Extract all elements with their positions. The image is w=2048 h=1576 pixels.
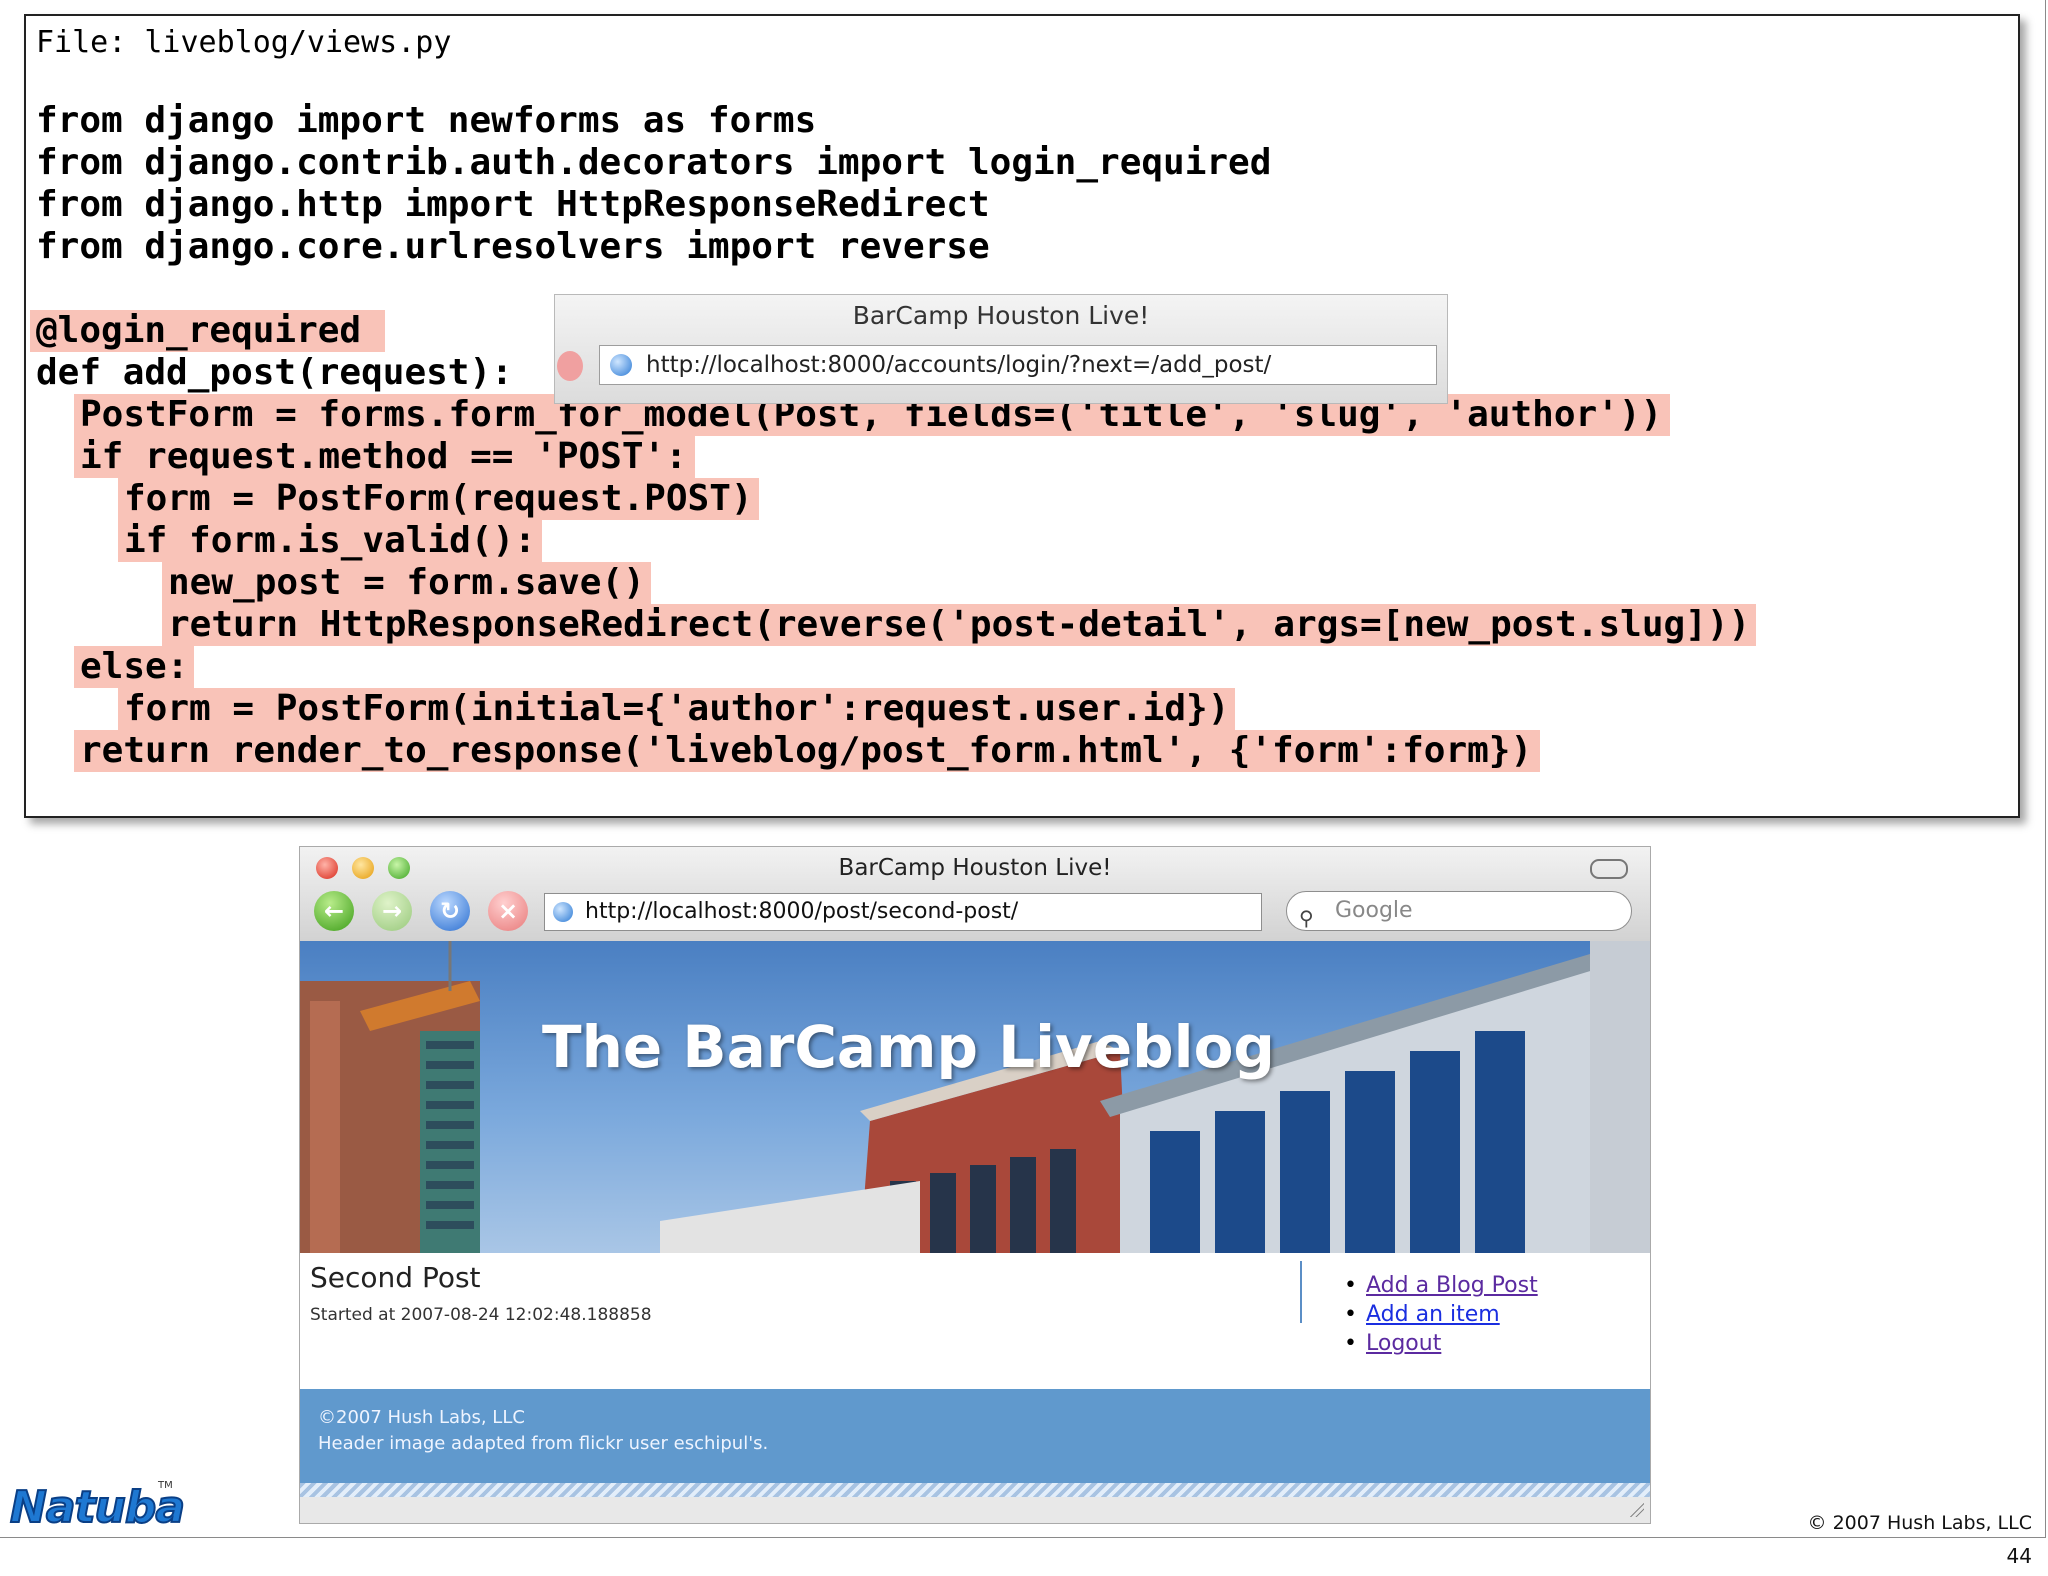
footer-copyright: ©2007 Hush Labs, LLC [318, 1407, 525, 1428]
code-line-decorator: @login_required [30, 310, 386, 352]
stop-icon[interactable]: × [488, 891, 528, 931]
footer-stripe [300, 1483, 1650, 1497]
post-title: Second Post [310, 1261, 481, 1294]
code-line-3: from django.http import HttpResponseRedi… [36, 184, 990, 225]
search-icon: ⚲ [1299, 906, 1314, 930]
slide-copyright: © 2007 Hush Labs, LLC [1807, 1512, 2032, 1534]
mini-browser-title: BarCamp Houston Live! [852, 301, 1150, 330]
site-footer: ©2007 Hush Labs, LLC Header image adapte… [300, 1389, 1650, 1483]
trademark-mark: TM [158, 1480, 173, 1491]
window-title: BarCamp Houston Live! [838, 855, 1112, 881]
search-input[interactable]: ⚲ Google [1286, 891, 1632, 931]
code-line-4: from django.core.urlresolvers import rev… [36, 226, 990, 267]
page-number: 44 [2006, 1544, 2032, 1568]
browser-toolbar: BarCamp Houston Live! ← → ↻ × http://loc… [300, 847, 1650, 942]
code-line-if-post: if request.method == 'POST': [74, 436, 695, 478]
list-item: Add an item [1344, 1300, 1538, 1329]
add-blog-post-link[interactable]: Add a Blog Post [1366, 1273, 1538, 1298]
file-name-line: File: liveblog/views.py [36, 25, 452, 60]
list-item: Add a Blog Post [1344, 1271, 1538, 1300]
logout-link[interactable]: Logout [1366, 1331, 1441, 1356]
back-icon[interactable]: ← [314, 891, 354, 931]
search-placeholder: Google [1335, 898, 1413, 923]
stop-icon[interactable] [557, 351, 583, 381]
add-item-link[interactable]: Add an item [1366, 1302, 1500, 1327]
forward-icon[interactable]: → [372, 891, 412, 931]
code-panel: File: liveblog/views.py from django impo… [24, 14, 2020, 818]
code-line-render: return render_to_response('liveblog/post… [74, 730, 1541, 772]
reload-icon[interactable]: ↻ [430, 891, 470, 931]
code-line-is-valid: if form.is_valid(): [118, 520, 542, 562]
resize-handle-icon[interactable] [1628, 1501, 1644, 1517]
code-line-else: else: [74, 646, 195, 688]
post-timestamp: Started at 2007-08-24 12:02:48.188858 [310, 1305, 652, 1325]
login-redirect-browser: BarCamp Houston Live! http://localhost:8… [554, 294, 1448, 404]
mini-url-text: http://localhost:8000/accounts/login/?ne… [646, 352, 1272, 378]
code-line-save: new_post = form.save() [162, 562, 651, 604]
sidebar-links: Add a Blog Post Add an item Logout [1344, 1271, 1538, 1358]
list-item: Logout [1344, 1329, 1538, 1358]
globe-icon [553, 902, 573, 922]
browser-window: BarCamp Houston Live! ← → ↻ × http://loc… [299, 846, 1651, 1524]
address-bar[interactable]: http://localhost:8000/post/second-post/ [544, 893, 1262, 931]
code-line-form-post: form = PostForm(request.POST) [118, 478, 759, 520]
mini-url-field[interactable]: http://localhost:8000/accounts/login/?ne… [599, 345, 1437, 385]
post-content: Second Post Started at 2007-08-24 12:02:… [300, 1253, 1650, 1389]
site-title: The BarCamp Liveblog [542, 1013, 1275, 1081]
code-line-form-initial: form = PostForm(initial={'author':reques… [118, 688, 1236, 730]
toolbar-toggle-button[interactable] [1590, 859, 1628, 879]
sidebar-divider [1300, 1261, 1302, 1323]
code-line-1: from django import newforms as forms [36, 100, 817, 141]
code-line-def: def add_post(request): [36, 352, 513, 393]
code-line-2: from django.contrib.auth.decorators impo… [36, 142, 1272, 183]
footer-credit: Header image adapted from flickr user es… [318, 1433, 769, 1454]
address-text: http://localhost:8000/post/second-post/ [585, 899, 1019, 924]
globe-icon [610, 354, 632, 376]
code-line-redirect: return HttpResponseRedirect(reverse('pos… [162, 604, 1757, 646]
building-illustration [300, 941, 1650, 1253]
header-image: The BarCamp Liveblog [300, 941, 1650, 1253]
